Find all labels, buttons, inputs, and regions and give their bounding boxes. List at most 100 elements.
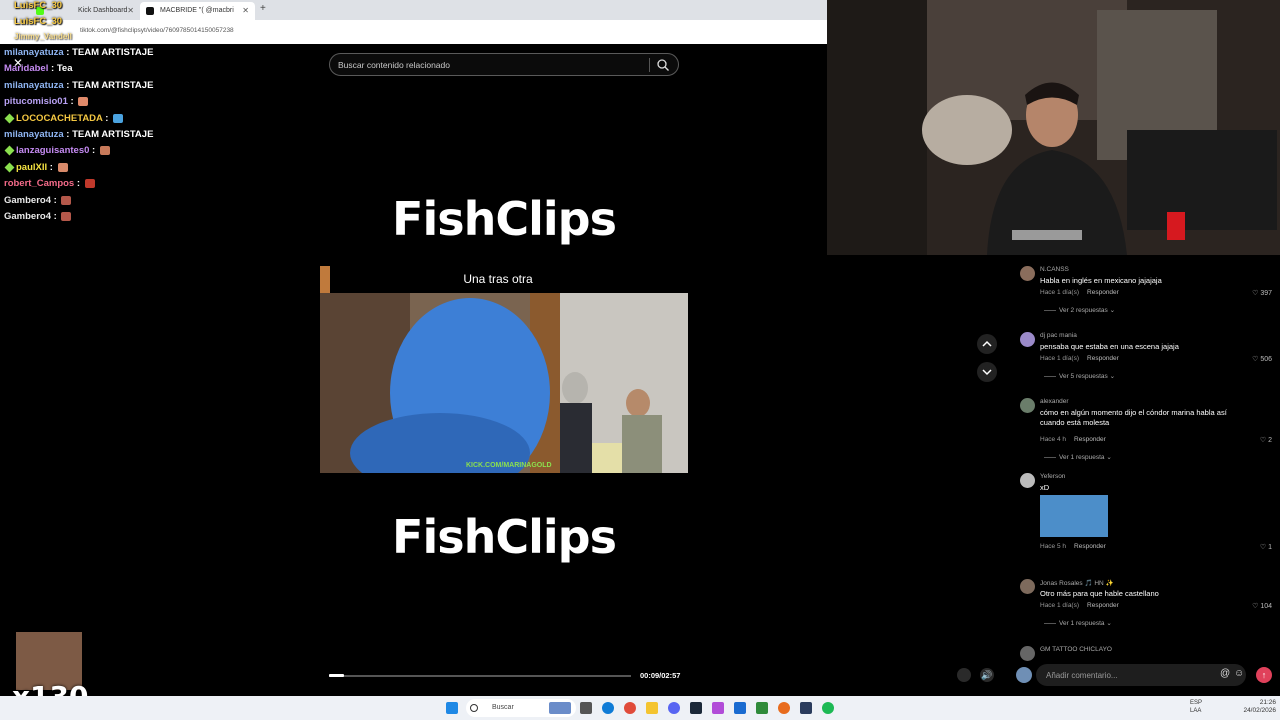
reply-button[interactable]: Responder (1074, 436, 1106, 443)
chat-separator: : (48, 63, 57, 75)
comment-text: pensaba que estaba en una escena jajaja (1040, 342, 1179, 351)
commenter-avatar[interactable] (1020, 398, 1035, 413)
chat-text: TEAM ARTISTAJE (72, 129, 154, 140)
chevron-down-icon (982, 369, 992, 376)
chat-message: pitucomisio01 : (4, 96, 89, 108)
view-replies-button[interactable]: Ver 1 respuesta ⌄ (1044, 453, 1112, 461)
reply-button[interactable]: Responder (1087, 355, 1119, 362)
chat-emote-icon (99, 146, 110, 156)
heart-icon: ♡ (1259, 437, 1269, 444)
comment-image-thumbnail[interactable] (1040, 495, 1108, 537)
chat-separator: : (89, 145, 98, 157)
app-dark-icon[interactable] (800, 702, 812, 714)
previous-video-button[interactable] (977, 334, 997, 354)
comment-input[interactable]: Añadir comentario... (1036, 664, 1246, 686)
commenter-name[interactable]: alexander (1040, 398, 1069, 405)
commenter-avatar[interactable] (1020, 646, 1035, 661)
chat-username[interactable]: milanayatuza (4, 80, 64, 91)
mention-icon[interactable]: @ (1220, 668, 1230, 679)
system-clock[interactable]: 21:26 24/02/2026 (1240, 699, 1276, 715)
comment-text: xD (1040, 483, 1050, 492)
spotify-icon[interactable] (822, 702, 834, 714)
commenter-name[interactable]: N.CANSS (1040, 266, 1069, 273)
emoji-icon[interactable]: ☺ (1234, 668, 1244, 679)
comment-time: Hace 5 h (1040, 543, 1067, 550)
chrome-icon[interactable] (624, 702, 636, 714)
store-icon[interactable] (734, 702, 746, 714)
reply-button[interactable]: Responder (1087, 602, 1119, 609)
chat-username[interactable]: Gambero4 (4, 195, 51, 206)
chat-username[interactable]: milanayatuza (4, 129, 64, 140)
chat-separator: : (102, 112, 112, 124)
file-explorer-icon[interactable] (646, 702, 658, 714)
comment-time: Hace 1 día(s) (1040, 355, 1080, 362)
commenter-name[interactable]: Yeferson (1040, 473, 1065, 480)
view-replies-button[interactable]: Ver 2 respuestas ⌄ (1044, 306, 1115, 314)
like-button[interactable]: ♡ 2 (1260, 436, 1272, 444)
language-indicator[interactable]: ESP LAA (1190, 699, 1202, 715)
video-progress-track[interactable] (329, 675, 631, 677)
widgets-icon[interactable] (549, 702, 571, 714)
chat-username[interactable]: pitucomisio01 (4, 96, 68, 107)
like-button[interactable]: ♡ 1 (1260, 543, 1272, 551)
chat-username[interactable]: paulXII (16, 162, 47, 173)
heart-icon: ♡ (1259, 544, 1269, 551)
volume-icon[interactable]: 🔊 (980, 668, 994, 682)
view-replies-button[interactable]: Ver 5 respuestas ⌄ (1044, 372, 1115, 380)
video-time: 00:09/02:57 (640, 671, 681, 680)
view-replies-button[interactable]: Ver 1 respuesta ⌄ (1044, 619, 1112, 627)
chat-separator: : (51, 211, 60, 222)
commenter-name[interactable]: GM TATTOO CHICLAYO (1040, 646, 1112, 653)
comment-time: Hace 1 día(s) (1040, 602, 1080, 609)
chat-username[interactable]: lanzaguisantes0 (16, 145, 89, 156)
streamer-webcam (827, 0, 1280, 255)
chat-username[interactable]: robert_Campos (4, 178, 74, 189)
pip-icon[interactable] (957, 668, 971, 682)
sub-badge-icon (4, 162, 15, 173)
steam-icon[interactable] (690, 702, 702, 714)
comment-text: cómo en algún momento dijo el cóndor mar… (1040, 408, 1227, 427)
user-avatar (1016, 667, 1032, 683)
fishclips-logo-bottom: FishClips (392, 510, 617, 564)
next-video-button[interactable] (977, 362, 997, 382)
chat-separator: : (67, 96, 77, 108)
like-button[interactable]: ♡ 506 (1252, 355, 1272, 363)
search-icon[interactable] (656, 58, 670, 72)
app-green-icon[interactable] (756, 702, 768, 714)
windows-taskbar: Buscar ESP LAA 21:26 24/02/2026 (0, 696, 1280, 720)
sub-badge-icon (4, 113, 15, 124)
commenter-avatar[interactable] (1020, 579, 1035, 594)
commenter-avatar[interactable] (1020, 266, 1035, 281)
commenter-name[interactable]: Jonas Rosales 🎵 HN ✨ (1040, 579, 1114, 587)
chat-message: milanayatuza : TEAM ARTISTAJE (4, 47, 153, 58)
chat-message: LOCOCACHETADA : (4, 112, 124, 124)
send-comment-button[interactable]: ↑ (1256, 667, 1272, 683)
comment-meta: Hace 4 h Responder (1040, 436, 1106, 443)
chat-username[interactable]: milanayatuza (4, 47, 64, 58)
chevron-up-icon (982, 340, 992, 347)
discord-icon[interactable] (668, 702, 680, 714)
app-orange-icon[interactable] (778, 702, 790, 714)
edge-icon[interactable] (602, 702, 614, 714)
like-button[interactable]: ♡ 397 (1252, 289, 1272, 297)
commenter-avatar[interactable] (1020, 332, 1035, 347)
chat-message: milanayatuza : TEAM ARTISTAJE (4, 129, 153, 140)
clock-time: 21:26 (1259, 699, 1276, 706)
windows-start-icon[interactable] (446, 702, 458, 714)
sub-badge-icon (4, 145, 15, 156)
chat-username[interactable]: Gambero4 (4, 211, 51, 222)
app-icon[interactable] (712, 702, 724, 714)
commenter-name[interactable]: dj pac mania (1040, 332, 1077, 339)
chat-emote-icon (61, 211, 72, 221)
reply-button[interactable]: Responder (1074, 543, 1106, 550)
webcam-image (827, 0, 1280, 255)
chat-username[interactable]: LOCOCACHETADA (16, 113, 103, 124)
related-search-input[interactable]: Buscar contenido relacionado (329, 53, 679, 76)
chat-username[interactable]: Maridabel (4, 63, 48, 74)
like-count: 104 (1260, 603, 1272, 610)
task-view-icon[interactable] (580, 702, 592, 714)
commenter-avatar[interactable] (1020, 473, 1035, 488)
like-button[interactable]: ♡ 104 (1252, 602, 1272, 610)
chat-separator: : (63, 47, 73, 58)
reply-button[interactable]: Responder (1087, 289, 1119, 296)
